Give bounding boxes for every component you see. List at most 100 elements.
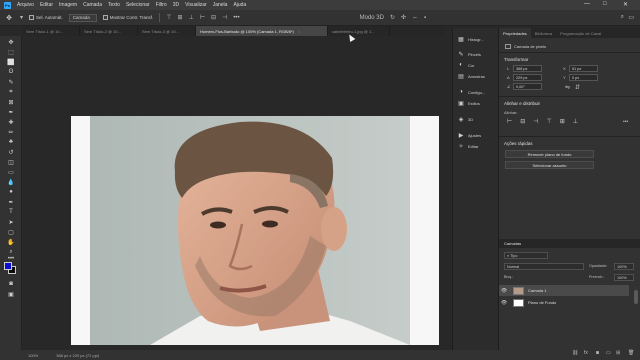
zoom-level[interactable]: 100% <box>28 353 38 358</box>
canvas-area[interactable] <box>22 32 444 350</box>
maximize-button[interactable]: □ <box>603 1 607 7</box>
tab-libraries[interactable]: Biblioteca <box>531 28 556 38</box>
panel-color[interactable]: ◐ Cor <box>457 62 474 68</box>
delete-layer-icon[interactable]: 🗑 <box>628 350 634 356</box>
align-right-icon[interactable]: ⊣ <box>222 14 227 21</box>
align-center-icon[interactable]: ⊟ <box>211 14 216 21</box>
opacity-field[interactable]: 100% <box>614 263 634 270</box>
flip-vertical-icon[interactable]: ⇵ <box>575 84 580 91</box>
tab-doc-active[interactable]: Homem-Fios-Barbudo @ 100% (Camada 1, RGB… <box>196 26 328 36</box>
quick-actions-title[interactable]: Ações rápidas <box>504 141 533 146</box>
history-brush-icon[interactable]: ↺ <box>5 148 17 156</box>
link-layers-icon[interactable]: ⛓ <box>572 350 578 356</box>
transform-section-title[interactable]: Transformar <box>504 57 528 62</box>
quick-mask-icon[interactable]: ◙ <box>5 280 17 288</box>
flip-horizontal-icon[interactable]: ⇋ <box>565 84 570 91</box>
layer-row-camada-1[interactable]: 👁 Camada 1 <box>499 285 629 296</box>
layers-scrollbar[interactable] <box>634 290 638 304</box>
height-field[interactable]: 229 px <box>513 74 542 81</box>
angle-field[interactable]: 0,00° <box>513 83 542 90</box>
dropdown-chevron-icon[interactable]: ▾ <box>20 14 23 21</box>
search-icon[interactable]: ⌕ <box>621 14 624 21</box>
panel-swatches[interactable]: ▤ Amostras <box>457 73 485 80</box>
y-field[interactable]: 0 px <box>569 74 598 81</box>
visibility-eye-icon[interactable]: 👁 <box>499 288 509 294</box>
menu-visualizar[interactable]: Visualizar <box>182 2 210 8</box>
layer-filter-dropdown[interactable]: ⌕ Tipo <box>504 252 548 259</box>
menu-editar[interactable]: Editar <box>37 2 56 8</box>
eraser-tool-icon[interactable]: ◫ <box>5 158 17 166</box>
align-vcenter-icon[interactable]: ⊞ <box>560 118 565 125</box>
rotate-3d-icon[interactable]: ↻ <box>390 14 395 21</box>
tab-channels[interactable]: Programação de Canal <box>556 28 605 38</box>
align-bottom-icon[interactable]: ⊥ <box>189 14 194 21</box>
blur-tool-icon[interactable]: 💧 <box>5 178 17 186</box>
menu-ajuda[interactable]: Ajuda <box>230 2 249 8</box>
workspace-icon[interactable]: ▭ <box>628 14 634 21</box>
auto-select-target-dropdown[interactable]: Camada <box>68 13 97 22</box>
panel-styles[interactable]: ▣ Estilos <box>457 100 480 107</box>
crop-tool-icon[interactable]: ⌗ <box>5 88 17 96</box>
panel-paths[interactable]: ✧ Editar <box>457 143 478 150</box>
new-group-icon[interactable]: ▭ <box>606 350 611 356</box>
transform-controls-checkbox[interactable]: Mostrar Contr. Transf. <box>102 15 153 20</box>
move-tool-icon[interactable]: ✥ <box>4 13 14 23</box>
menu-filtro[interactable]: Filtro <box>153 2 170 8</box>
panel-actions[interactable]: ▶ Ajustes <box>457 132 481 139</box>
quick-select-tool-icon[interactable]: ✎ <box>5 78 17 86</box>
tab-doc-3[interactable]: Sem Título-3 @ 10... <box>138 26 196 36</box>
align-right-icon[interactable]: ⊣ <box>533 118 538 125</box>
path-select-icon[interactable]: ➤ <box>5 218 17 226</box>
tab-doc-1[interactable]: Sem Título-1 @ 10... <box>22 26 80 36</box>
move-tool-icon[interactable]: ✥ <box>5 38 17 46</box>
menu-3d[interactable]: 3D <box>170 2 182 8</box>
foreground-color-swatch[interactable] <box>4 262 12 270</box>
healing-brush-icon[interactable]: ✚ <box>5 118 17 126</box>
close-tab-icon[interactable]: × <box>298 29 300 34</box>
pen-tool-icon[interactable]: ✒ <box>5 198 17 206</box>
menu-imagem[interactable]: Imagem <box>56 2 80 8</box>
fill-field[interactable]: 100% <box>614 274 634 281</box>
document-info[interactable]: 368 px x 229 px (72 ppi) <box>56 353 99 358</box>
remove-background-button[interactable]: Remover plano de fundo <box>505 150 594 158</box>
screen-mode-icon[interactable]: ▣ <box>5 290 17 298</box>
dodge-tool-icon[interactable]: ● <box>5 188 17 196</box>
menu-janela[interactable]: Janela <box>210 2 231 8</box>
rectangle-tool-icon[interactable]: ▢ <box>5 228 17 236</box>
menu-selecionar[interactable]: Selecionar <box>123 2 153 8</box>
more-icon[interactable]: ••• <box>623 119 628 125</box>
artboard-tool-icon[interactable]: ⬚ <box>5 48 17 56</box>
menu-camada[interactable]: Camada <box>80 2 105 8</box>
fx-icon[interactable]: fx <box>584 350 588 356</box>
panel-histogram[interactable]: ▦ Histogr... <box>457 36 484 43</box>
slide-3d-icon[interactable]: ⇔ <box>412 15 418 21</box>
align-bottom-icon[interactable]: ⊥ <box>573 118 578 125</box>
marquee-tool-icon[interactable]: ⬜ <box>5 58 17 66</box>
layers-title[interactable]: Camadas <box>504 241 521 246</box>
more-options-icon[interactable]: ••• <box>233 15 239 21</box>
align-hcenter-icon[interactable]: ⊟ <box>520 118 525 125</box>
align-section-title[interactable]: Alinhar e distribuir <box>504 101 540 106</box>
align-top-icon[interactable]: ⊤ <box>547 118 552 125</box>
gradient-tool-icon[interactable]: ▭ <box>5 168 17 176</box>
pan-3d-icon[interactable]: ✣ <box>401 14 406 21</box>
new-layer-icon[interactable]: ⊞ <box>616 350 620 356</box>
menu-arquivo[interactable]: Arquivo <box>14 2 37 8</box>
frame-tool-icon[interactable]: ⊠ <box>5 98 17 106</box>
type-tool-icon[interactable]: T <box>5 208 17 216</box>
layer-row-background[interactable]: 👁 Plano de Fundo <box>499 297 629 308</box>
blend-mode-dropdown[interactable]: Normal <box>504 263 584 270</box>
tab-doc-5[interactable]: cabeleireiro-1.jpg @ 1... <box>328 26 390 36</box>
x-field[interactable]: 51 px <box>569 65 598 72</box>
align-middle-icon[interactable]: ⊞ <box>178 14 183 21</box>
align-left-icon[interactable]: ⊢ <box>507 118 512 125</box>
brush-tool-icon[interactable]: ✏ <box>5 128 17 136</box>
close-window-button[interactable]: ✕ <box>623 1 628 8</box>
align-left-icon[interactable]: ⊢ <box>200 14 205 21</box>
hand-tool-icon[interactable]: ✋ <box>5 238 17 246</box>
portrait-photo[interactable] <box>90 116 410 345</box>
auto-select-checkbox[interactable]: Sel. Automát. <box>29 15 63 20</box>
panel-3d[interactable]: ◈ 3D <box>457 116 473 123</box>
clone-stamp-icon[interactable]: ♣ <box>5 138 17 146</box>
panel-brushes[interactable]: ✎ Pincéis <box>457 51 480 58</box>
